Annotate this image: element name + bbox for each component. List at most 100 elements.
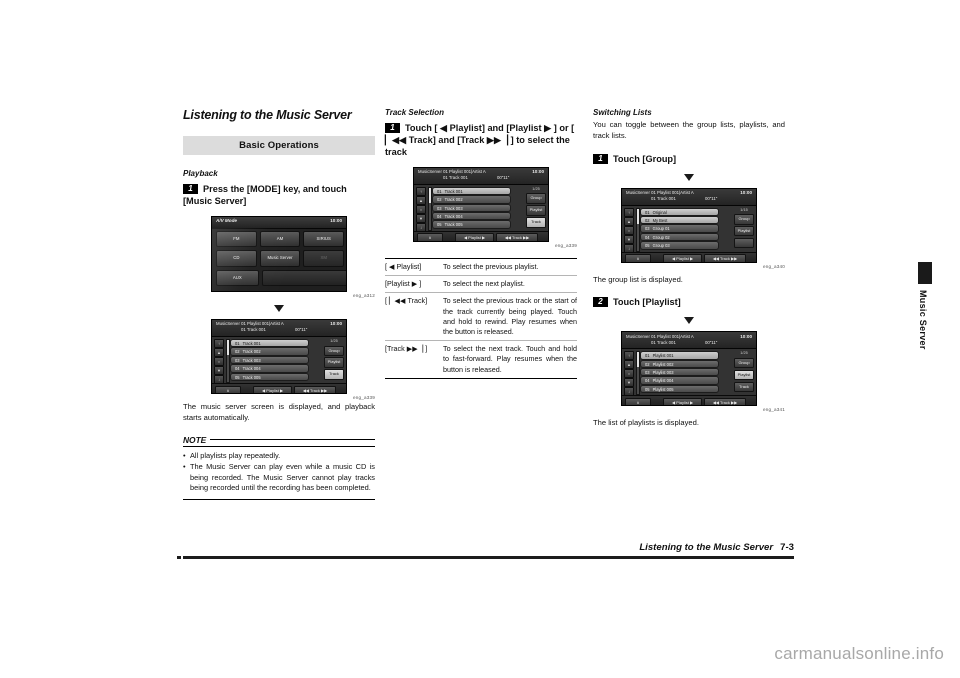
lcd-footer-button-playlist[interactable]: ◀ Playlist ▶ bbox=[253, 385, 292, 393]
lcd-footer-button-playlist[interactable]: ◀ Playlist ▶ bbox=[663, 254, 702, 262]
list-item-label: Playlist 003 bbox=[652, 370, 674, 376]
rail-down-icon[interactable]: ▼ bbox=[624, 234, 634, 244]
av-mode-row-2: CD Music Server XM bbox=[216, 250, 345, 267]
rail-middle-icon[interactable]: ○ bbox=[624, 225, 634, 235]
figure-caption: eng_a341 bbox=[762, 407, 785, 413]
list-item-label: Group 02 bbox=[652, 234, 670, 240]
note-bottom-rule bbox=[183, 498, 375, 500]
list-item-index: 02 bbox=[437, 197, 442, 203]
list-item[interactable]: 03 Playlist 003 bbox=[640, 368, 719, 377]
figure-caption: eng_a312 bbox=[352, 292, 375, 298]
list-item[interactable]: 04 Playlist 004 bbox=[640, 376, 719, 385]
lcd-button-track[interactable] bbox=[734, 238, 754, 249]
list-item[interactable]: 05 Track 005 bbox=[230, 372, 309, 381]
rail-up-icon[interactable]: ▲ bbox=[624, 216, 634, 226]
list-item-index: 05 bbox=[645, 243, 650, 249]
step-1-middle: 1 Touch [ ◀ Playlist] and [Playlist ▶ ] o… bbox=[385, 123, 577, 159]
watermark: carmanualsonline.info bbox=[774, 644, 944, 663]
av-button-sirius[interactable]: SIRIUS bbox=[303, 230, 345, 248]
rail-top-icon[interactable]: ↑ bbox=[624, 207, 634, 217]
lcd-elapsed-time: 00"11" bbox=[497, 175, 510, 181]
figure-group-list: MusicServer 01 Playlist 001|Artist A 01 … bbox=[593, 187, 785, 269]
lcd-button-track[interactable]: Track bbox=[526, 217, 546, 228]
av-button-aux[interactable]: AUX bbox=[216, 269, 259, 287]
rail-down-icon[interactable]: ▼ bbox=[416, 213, 426, 223]
rail-up-icon[interactable]: ▲ bbox=[624, 360, 634, 370]
body-paragraph-playback: The music server screen is displayed, an… bbox=[183, 401, 375, 422]
rail-top-icon[interactable]: ↑ bbox=[214, 338, 224, 348]
flow-arrow-down bbox=[593, 173, 785, 181]
rail-middle-icon[interactable]: ○ bbox=[214, 356, 224, 366]
list-item[interactable]: 04 Track 004 bbox=[230, 364, 309, 373]
av-button-xm[interactable]: XM bbox=[303, 250, 345, 267]
lcd-side-rail: ↑ ▲ ○ ▼ ↓ bbox=[624, 351, 634, 397]
lcd-body: ↑ ▲ ○ ▼ ↓ 01 Original 02 My Best 03 Group 0… bbox=[622, 205, 756, 253]
lcd-right-buttons: 1/25 Group Playlist Track bbox=[734, 351, 754, 393]
lcd-button-track[interactable]: Track bbox=[324, 369, 344, 380]
list-item[interactable]: 05 Track 005 bbox=[432, 220, 511, 229]
list-item[interactable]: 01 Track 001 bbox=[230, 338, 309, 348]
list-item[interactable]: 01 Original bbox=[640, 207, 719, 216]
rail-up-icon[interactable]: ▲ bbox=[214, 347, 224, 357]
lcd-button-track[interactable]: Track bbox=[734, 381, 754, 393]
av-button-fm[interactable]: FM bbox=[216, 230, 257, 248]
lcd-button-group[interactable]: Group bbox=[324, 345, 344, 356]
list-item[interactable]: 03 Track 003 bbox=[432, 203, 511, 213]
list-item[interactable]: 04 Group 02 bbox=[640, 232, 719, 242]
rail-top-icon[interactable]: ↑ bbox=[624, 351, 634, 361]
lcd-track-line: 01 Track 001 bbox=[651, 339, 676, 345]
av-mode-screen: A/V Mode 10:00 FM AM SIRIUS CD Music Ser… bbox=[211, 215, 347, 292]
list-item[interactable]: 02 Track 002 bbox=[432, 195, 511, 204]
av-button-cd[interactable]: CD bbox=[216, 250, 257, 267]
av-mode-row-3: AUX bbox=[216, 269, 346, 287]
list-item[interactable]: 03 Track 003 bbox=[230, 355, 309, 365]
group-list-screen: MusicServer 01 Playlist 001|Artist A 01 … bbox=[621, 187, 757, 263]
lcd-footer-button-track[interactable]: ◀◀ Track ▶▶ bbox=[496, 233, 538, 241]
lcd-item-count: 1/25 bbox=[740, 351, 748, 356]
rail-middle-icon[interactable]: ○ bbox=[624, 369, 634, 379]
lcd-footer-button-track[interactable]: ◀◀ Track ▶▶ bbox=[704, 254, 746, 262]
lcd-button-playlist[interactable]: Playlist bbox=[734, 369, 754, 381]
table-row: [Track ▶▶▕ ] To select the next track. T… bbox=[385, 340, 577, 379]
list-item[interactable]: 01 Track 001 bbox=[432, 186, 511, 196]
table-cell-key: [ ▏◀◀ Track] bbox=[385, 292, 443, 342]
lcd-button-group[interactable]: Group bbox=[526, 193, 546, 204]
lcd-footer-button-playlist[interactable]: ◀ Playlist ▶ bbox=[455, 233, 494, 241]
lcd-button-playlist[interactable]: Playlist bbox=[734, 226, 754, 237]
step-text: Touch [Group] bbox=[613, 153, 677, 164]
list-item[interactable]: 02 Track 002 bbox=[230, 347, 309, 356]
list-item[interactable]: 03 Group 01 bbox=[640, 224, 719, 233]
footer-page-number: 7-3 bbox=[780, 542, 794, 553]
lcd-footer-button-track[interactable]: ◀◀ Track ▶▶ bbox=[294, 385, 336, 393]
step-number-badge: 1 bbox=[385, 123, 400, 133]
lcd-button-group[interactable]: Group bbox=[734, 214, 754, 225]
lcd-footer-button-track[interactable]: ◀◀ Track ▶▶ bbox=[704, 397, 746, 406]
lcd-footer-button-up[interactable]: ∧ bbox=[625, 397, 651, 406]
list-item[interactable]: 05 Playlist 005 bbox=[640, 384, 719, 394]
list-item[interactable]: 01 Playlist 001 bbox=[640, 351, 719, 360]
rail-down-icon[interactable]: ▼ bbox=[214, 365, 224, 375]
list-item-index: 04 bbox=[437, 214, 442, 220]
av-button-music-server[interactable]: Music Server bbox=[259, 250, 301, 267]
list-item[interactable]: 02 Playlist 002 bbox=[640, 359, 719, 369]
lcd-footer-button-playlist[interactable]: ◀ Playlist ▶ bbox=[663, 397, 702, 406]
lcd-footer-button-up[interactable]: ∧ bbox=[625, 254, 651, 262]
av-button-am[interactable]: AM bbox=[259, 230, 301, 248]
rail-up-icon[interactable]: ▲ bbox=[416, 195, 426, 205]
rail-middle-icon[interactable]: ○ bbox=[416, 204, 426, 214]
lcd-button-playlist[interactable]: Playlist bbox=[324, 357, 344, 368]
lcd-elapsed-time: 00"11" bbox=[705, 196, 718, 202]
lcd-button-playlist[interactable]: Playlist bbox=[526, 205, 546, 216]
list-item-index: 02 bbox=[645, 361, 650, 367]
av-mode-button-grid: FM AM SIRIUS CD Music Server XM AUX bbox=[216, 230, 346, 290]
lcd-footer-button-up[interactable]: ∧ bbox=[215, 385, 241, 393]
av-mode-header: A/V Mode 10:00 bbox=[212, 216, 346, 229]
list-item[interactable]: 02 My Best bbox=[640, 215, 719, 225]
list-item[interactable]: 04 Track 004 bbox=[432, 212, 511, 221]
rail-down-icon[interactable]: ▼ bbox=[624, 378, 634, 388]
lcd-button-group[interactable]: Group bbox=[734, 357, 754, 369]
list-item[interactable]: 05 Group 03 bbox=[640, 241, 719, 250]
rail-top-icon[interactable]: ↑ bbox=[416, 186, 426, 196]
lcd-footer-button-up[interactable]: ∧ bbox=[417, 233, 443, 241]
middle-column: Track Selection 1 Touch [ ◀ Playlist] and… bbox=[385, 108, 577, 379]
